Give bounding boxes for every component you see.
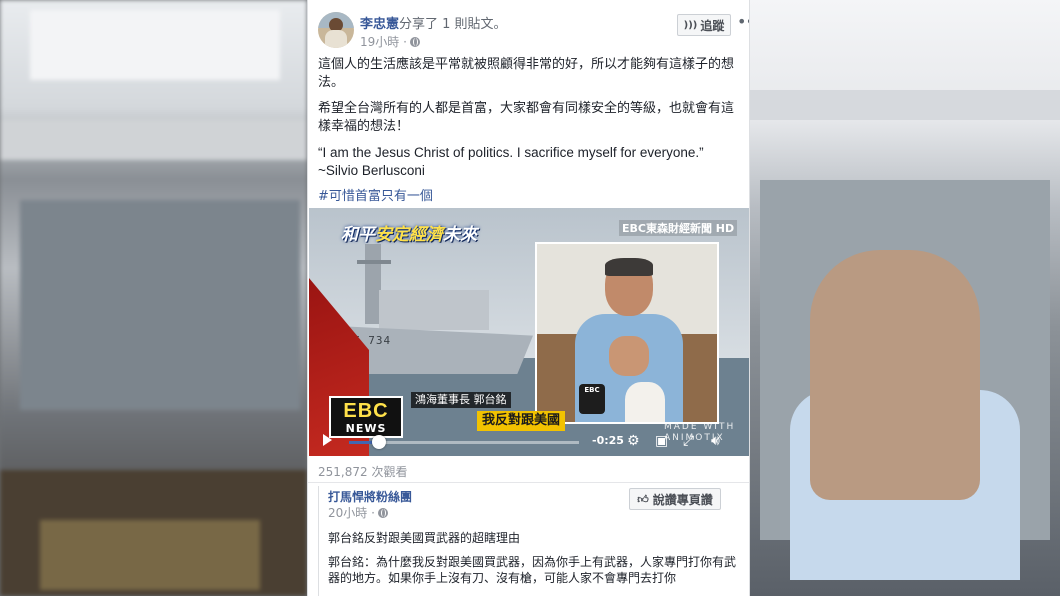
share-action-text: 分享了 1 則貼文。 [399, 17, 507, 32]
like-page-label: 說讚專頁讚 [652, 492, 713, 507]
shared-paragraph-2: 郭台銘：為什麼我反對跟美國買武器，因為你手上有武器，人家專門打你有武器的地方。如… [328, 555, 737, 585]
post-meta: 19小時 · [360, 33, 420, 50]
picture-in-picture-icon[interactable]: ▣ [655, 433, 668, 449]
shared-post: 打馬悍將粉絲團 20小時 · 👍︎ 說讚專頁讚 郭台銘反對跟美國買武器的超瞎理由… [318, 486, 740, 596]
background-right [750, 0, 1060, 596]
shared-page-name[interactable]: 打馬悍將粉絲團 [328, 488, 412, 505]
video-player[interactable]: F 734 和平安定經濟未來 EBC東森財經新聞 HD EBC 鴻海董事長 郭台… [309, 208, 749, 456]
more-options-icon[interactable]: ••• [737, 12, 749, 31]
progress-handle[interactable] [371, 435, 386, 449]
shared-post-time[interactable]: 20小時 · [328, 504, 375, 521]
quote-author: ~Silvio Berlusconi [318, 163, 425, 178]
background-left [0, 0, 307, 596]
time-remaining: -0:25 [592, 434, 624, 447]
video-controls: -0:25 ⚙ ▣ ⤢ 🔊︎ [309, 426, 749, 456]
thumbs-up-icon: 👍︎ [637, 492, 649, 506]
author-line: 李忠憲分享了 1 則貼文。 [360, 13, 507, 32]
globe-icon [409, 36, 420, 47]
play-icon[interactable] [323, 434, 332, 446]
post-paragraph-2: 希望全台灣所有的人都是首富，大家都會有同樣安全的等級，也就會有這樣幸福的想法！ [318, 101, 735, 134]
post-header: 李忠憲分享了 1 則貼文。 19小時 · ))) 追蹤 ••• [318, 12, 749, 52]
shared-post-text: 郭台銘反對跟美國買武器的超瞎理由 郭台銘：為什麼我反對跟美國買武器，因為你手上有… [328, 530, 738, 594]
follow-label: 追蹤 [700, 18, 725, 33]
channel-logo: EBC東森財經新聞 HD [619, 220, 738, 236]
facebook-post-card: 李忠憲分享了 1 則貼文。 19小時 · ))) 追蹤 ••• 這個人的生活應該… [307, 0, 750, 596]
gear-icon[interactable]: ⚙ [627, 433, 640, 449]
like-page-button[interactable]: 👍︎ 說讚專頁讚 [629, 488, 721, 510]
divider [308, 482, 749, 483]
rss-icon: ))) [683, 19, 698, 31]
shared-post-meta: 20小時 · [328, 504, 388, 521]
ship-superstructure [379, 290, 489, 330]
name-caption: 鴻海董事長 郭台銘 [411, 392, 511, 408]
post-body: 這個人的生活應該是平常就被照顧得非常的好，所以才能夠有這樣子的想法。 希望全台灣… [318, 56, 738, 206]
globe-icon [377, 507, 388, 518]
interview-inset: EBC [535, 242, 719, 424]
post-time[interactable]: 19小時 · [360, 33, 407, 50]
author-name[interactable]: 李忠憲 [360, 17, 399, 32]
shared-paragraph-1: 郭台銘反對跟美國買武器的超瞎理由 [328, 531, 521, 545]
follow-button[interactable]: ))) 追蹤 [677, 14, 731, 36]
avatar[interactable] [318, 12, 354, 48]
view-count: 251,872 次觀看 [318, 465, 408, 479]
post-quote: “I am the Jesus Christ of politics. I sa… [318, 144, 738, 180]
quote-text: “I am the Jesus Christ of politics. I sa… [318, 145, 704, 160]
hashtag-link[interactable]: #可惜首富只有一個 [318, 188, 738, 206]
mic-label: EBC [584, 386, 600, 394]
post-paragraph-1: 這個人的生活應該是平常就被照顧得非常的好，所以才能夠有這樣子的想法。 [318, 57, 735, 90]
fullscreen-icon[interactable]: ⤢ [683, 433, 694, 449]
volume-icon[interactable]: 🔊︎ [711, 433, 720, 449]
video-banner-title: 和平安定經濟未來 [341, 225, 477, 245]
